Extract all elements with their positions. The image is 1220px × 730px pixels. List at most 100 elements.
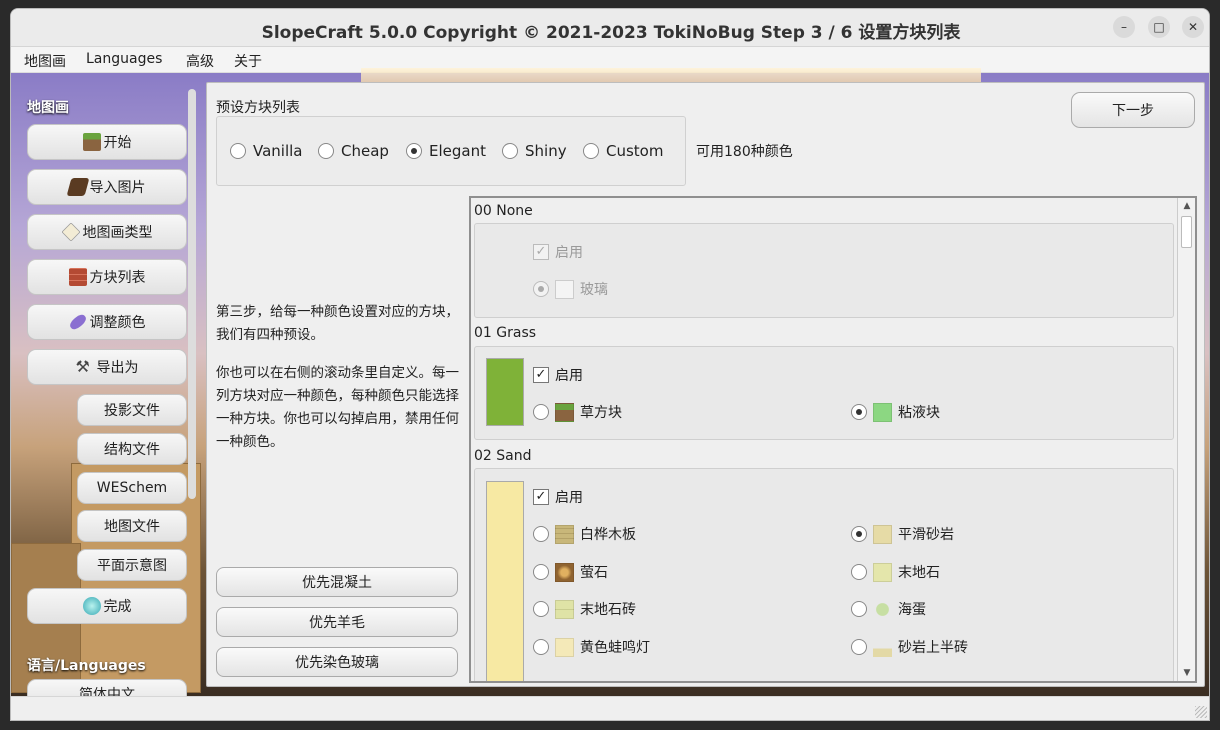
block-radio[interactable] xyxy=(851,564,867,580)
sidebar-item-block-list[interactable]: 方块列表 xyxy=(27,259,187,295)
sidebar-item-export[interactable]: ⚒ 导出为 xyxy=(27,349,187,385)
block-list-scrollbar[interactable]: ▲ ▼ xyxy=(1177,198,1195,681)
radio-cheap[interactable] xyxy=(318,143,334,159)
block-option-grass-block[interactable]: 草方块 xyxy=(533,402,622,422)
menu-mapart[interactable]: 地图画 xyxy=(24,51,66,71)
block-name: 草方块 xyxy=(580,405,622,421)
sidebar-item-label: 地图画类型 xyxy=(82,225,153,241)
sidebar-section-mapart: 地图画 xyxy=(27,100,69,116)
block-radio[interactable] xyxy=(851,404,867,420)
block-name: 海蛋 xyxy=(898,602,926,618)
block-option-slime-block[interactable]: 粘液块 xyxy=(851,402,940,422)
block-option-sandstone-slab[interactable]: 砂岩上半砖 xyxy=(851,637,968,657)
block-name: 砂岩上半砖 xyxy=(898,640,968,656)
block-radio[interactable] xyxy=(851,526,867,542)
block-option-end-stone-bricks[interactable]: 末地石砖 xyxy=(533,599,636,619)
sidebar-subitem-litematic[interactable]: 投影文件 xyxy=(77,394,187,426)
menu-about[interactable]: 关于 xyxy=(234,51,262,71)
block-radio[interactable] xyxy=(533,526,549,542)
birch-planks-icon xyxy=(555,524,574,544)
resize-grip-icon[interactable] xyxy=(1195,706,1207,718)
sidebar-subitem-label: 结构文件 xyxy=(104,442,160,458)
radio-shiny[interactable] xyxy=(502,143,518,159)
sidebar-scrollbar[interactable] xyxy=(188,89,196,499)
enable-row[interactable]: ✓ 启用 xyxy=(533,487,583,507)
enable-checkbox[interactable]: ✓ xyxy=(533,244,549,260)
preset-cheap[interactable]: Cheap xyxy=(318,142,389,160)
next-step-button[interactable]: 下一步 xyxy=(1071,92,1195,128)
sidebar-item-adjust-color[interactable]: 调整颜色 xyxy=(27,304,187,340)
block-name: 黄色蛙鸣灯 xyxy=(580,640,650,656)
dye-icon xyxy=(67,312,88,332)
block-option-birch-planks[interactable]: 白桦木板 xyxy=(533,524,636,544)
preset-elegant[interactable]: Elegant xyxy=(406,142,486,160)
froglight-icon xyxy=(555,637,574,657)
prefer-wool-button[interactable]: 优先羊毛 xyxy=(216,607,458,637)
color-swatch-sand xyxy=(486,481,524,681)
sidebar-subitem-flat-diagram[interactable]: 平面示意图 xyxy=(77,549,187,581)
preset-shiny[interactable]: Shiny xyxy=(502,142,567,160)
sidebar-item-label: 调整颜色 xyxy=(89,315,146,331)
step-description: 第三步，给每一种颜色设置对应的方块，我们有四种预设。 xyxy=(216,304,459,343)
block-option-turtle-egg[interactable]: 海蛋 xyxy=(851,599,926,619)
scroll-down-icon[interactable]: ▼ xyxy=(1178,665,1195,681)
sidebar-subitem-label: WESchem xyxy=(96,480,168,496)
block-option-ochre-froglight[interactable]: 黄色蛙鸣灯 xyxy=(533,637,650,657)
sidebar-subitem-map-file[interactable]: 地图文件 xyxy=(77,510,187,542)
block-radio[interactable] xyxy=(533,281,549,297)
slime-block-icon xyxy=(873,402,892,422)
block-option-glowstone[interactable]: 萤石 xyxy=(533,562,608,582)
block-name: 白桦木板 xyxy=(580,527,636,543)
sidebar-item-label: 完成 xyxy=(103,599,132,615)
prefer-concrete-button[interactable]: 优先混凝土 xyxy=(216,567,458,597)
grass-block-icon xyxy=(82,133,101,151)
radio-vanilla[interactable] xyxy=(230,143,246,159)
enable-label: 启用 xyxy=(555,245,583,261)
sidebar-subitem-label: 平面示意图 xyxy=(97,558,167,574)
block-radio[interactable] xyxy=(851,601,867,617)
block-radio[interactable] xyxy=(533,601,549,617)
block-radio[interactable] xyxy=(851,639,867,655)
sidebar-item-finish[interactable]: 完成 xyxy=(27,588,187,624)
sidebar-subitem-weschem[interactable]: WESchem xyxy=(77,472,187,504)
sidebar-item-map-type[interactable]: 地图画类型 xyxy=(27,214,187,250)
block-option-smooth-sandstone[interactable]: 平滑砂岩 xyxy=(851,524,954,544)
preset-label: Elegant xyxy=(429,142,486,160)
enable-row[interactable]: ✓ 启用 xyxy=(533,242,583,262)
radio-elegant[interactable] xyxy=(406,143,422,159)
close-icon[interactable]: ✕ xyxy=(1182,16,1204,38)
enable-checkbox[interactable]: ✓ xyxy=(533,367,549,383)
block-list-scroll-area[interactable]: 00 None ✓ 启用 玻璃 01 Grass ✓ 启用 草方块 粘液块 02… xyxy=(469,196,1197,683)
block-radio[interactable] xyxy=(533,404,549,420)
preset-label: Vanilla xyxy=(253,142,303,160)
radio-custom[interactable] xyxy=(583,143,599,159)
preset-custom[interactable]: Custom xyxy=(583,142,663,160)
sidebar-item-start[interactable]: 开始 xyxy=(27,124,187,160)
menu-languages[interactable]: Languages xyxy=(86,51,162,67)
enable-checkbox[interactable]: ✓ xyxy=(533,489,549,505)
enable-row[interactable]: ✓ 启用 xyxy=(533,365,583,385)
scroll-up-icon[interactable]: ▲ xyxy=(1178,198,1195,214)
prefer-stained-glass-button[interactable]: 优先染色玻璃 xyxy=(216,647,458,677)
enable-label: 启用 xyxy=(555,490,583,506)
preset-label: Cheap xyxy=(341,142,389,160)
block-option-end-stone[interactable]: 末地石 xyxy=(851,562,940,582)
book-icon xyxy=(66,178,89,196)
maximize-icon[interactable]: □ xyxy=(1148,16,1170,38)
sidebar-item-label: 导出为 xyxy=(96,360,139,376)
block-radio[interactable] xyxy=(533,564,549,580)
enable-label: 启用 xyxy=(555,368,583,384)
scroll-thumb[interactable] xyxy=(1181,216,1192,248)
menu-advanced[interactable]: 高级 xyxy=(186,51,214,71)
custom-description: 你也可以在右侧的滚动条里自定义。每一列方块对应一种颜色，每种颜色只能选择一种方块… xyxy=(216,365,459,450)
minimize-icon[interactable]: – xyxy=(1113,16,1135,38)
sidebar-item-label: 导入图片 xyxy=(89,180,146,196)
sidebar-subitem-structure[interactable]: 结构文件 xyxy=(77,433,187,465)
preset-vanilla[interactable]: Vanilla xyxy=(230,142,303,160)
block-option-glass[interactable]: 玻璃 xyxy=(533,279,608,299)
sidebar-item-import-image[interactable]: 导入图片 xyxy=(27,169,187,205)
color-group-grass xyxy=(474,346,1174,440)
block-radio[interactable] xyxy=(533,639,549,655)
sidebar-item-label: 开始 xyxy=(103,135,132,151)
grass-block-icon xyxy=(555,402,574,422)
